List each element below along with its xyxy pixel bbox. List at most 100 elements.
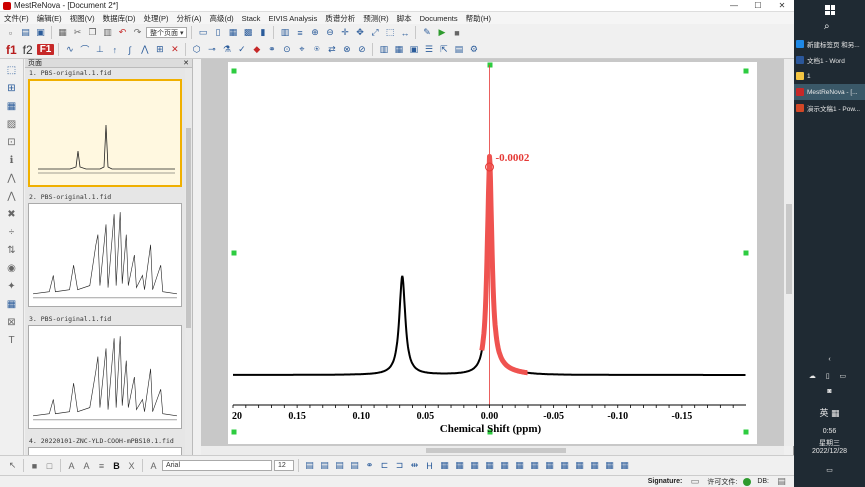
pencil-icon[interactable]: ✎ (420, 26, 433, 39)
f2-button[interactable]: f2 (21, 43, 35, 57)
molecule-icon[interactable]: ⬡ (190, 43, 203, 56)
page-thumb-2[interactable] (28, 203, 182, 307)
save-icon[interactable]: ▣ (34, 26, 47, 39)
arrange-6-icon[interactable]: ▦ (513, 459, 526, 472)
pages-scrollbar[interactable] (185, 68, 192, 455)
zoom-combo[interactable]: 整个页面 ▾ (146, 27, 188, 38)
assign-icon[interactable]: ⊸ (205, 43, 218, 56)
arrange-8-icon[interactable]: ▦ (543, 459, 556, 472)
tray-icons[interactable]: ☁ ▯ ▭ (794, 372, 865, 380)
undo-icon[interactable]: ↶ (116, 26, 129, 39)
copy-icon[interactable]: ❐ (86, 26, 99, 39)
list-view-icon[interactable]: ☰ (422, 43, 435, 56)
stack-icon[interactable]: ≡ (293, 26, 306, 39)
page-thumb-1[interactable] (28, 79, 182, 187)
tool-red-icon[interactable]: ◆ (250, 43, 263, 56)
align-text-icon[interactable]: ≡ (95, 459, 108, 472)
tray-app-icon[interactable]: ◙ (794, 388, 865, 395)
font-shrink-icon[interactable]: A (80, 459, 93, 472)
delete-icon[interactable]: ✕ (168, 43, 181, 56)
page-thumb-3[interactable] (28, 325, 182, 429)
notification-icon[interactable]: ▭ (794, 466, 865, 474)
arrange-4-icon[interactable]: ▦ (483, 459, 496, 472)
windows-start-icon[interactable] (825, 5, 835, 15)
close-button[interactable]: ✕ (770, 1, 794, 10)
arrange-icon[interactable]: ▦ (5, 99, 19, 113)
menu-edit[interactable]: 编辑(E) (33, 13, 66, 24)
multiplet-icon[interactable]: ⋀ (138, 43, 151, 56)
link-icon[interactable]: ⚭ (265, 43, 278, 56)
canvas-vertical-scrollbar[interactable] (784, 59, 794, 446)
menu-documents[interactable]: Documents (416, 14, 462, 23)
chain-icon[interactable]: ⚭ (363, 459, 376, 472)
highlighted-peak-trace[interactable] (479, 154, 530, 376)
open-icon[interactable]: ▤ (19, 26, 32, 39)
fit-spectrum-icon[interactable]: ⊞ (153, 43, 166, 56)
arrange-10-icon[interactable]: ▦ (573, 459, 586, 472)
info-icon[interactable]: ℹ (5, 153, 19, 167)
f1-button[interactable]: f1 (4, 43, 19, 57)
signature-icon[interactable]: ▭ (688, 475, 701, 487)
cut-icon[interactable]: ✂ (71, 26, 84, 39)
page-icon[interactable]: ▭ (196, 26, 209, 39)
spectrum-view-icon[interactable]: ▮ (256, 26, 269, 39)
clock-time[interactable]: 0:56 (794, 428, 865, 435)
pin-icon[interactable]: ✦ (5, 279, 19, 293)
tool-d-icon[interactable]: ⇄ (325, 43, 338, 56)
arrange-11-icon[interactable]: ▦ (588, 459, 601, 472)
stop-icon[interactable]: ■ (450, 26, 463, 39)
taskbar-item-mestrenova[interactable]: MestReNova - [... (794, 84, 865, 100)
divide-icon[interactable]: ÷ (5, 225, 19, 239)
print-icon[interactable]: ▦ (56, 26, 69, 39)
arrange-9-icon[interactable]: ▦ (558, 459, 571, 472)
menu-help[interactable]: 帮助(H) (462, 13, 495, 24)
menu-eivis[interactable]: EIVIS Analysis (264, 14, 321, 23)
paste-icon[interactable]: ▥ (101, 26, 114, 39)
ime-indicator[interactable]: 英 ▦ (794, 406, 865, 419)
bold-icon[interactable]: B (110, 459, 123, 472)
db-icon-2[interactable]: ▤ (318, 459, 331, 472)
resize-handle[interactable] (231, 68, 237, 74)
pan-icon[interactable]: ✥ (353, 26, 366, 39)
phase-icon[interactable]: ∿ (63, 43, 76, 56)
verify-icon[interactable]: ✓ (235, 43, 248, 56)
distribute-icon[interactable]: ⇹ (408, 459, 421, 472)
select-object-icon[interactable]: ⬚ (5, 63, 19, 77)
new-document-icon[interactable]: ▫ (4, 26, 17, 39)
resize-handle[interactable] (231, 429, 237, 435)
font-size-combo[interactable]: 12 (274, 460, 294, 471)
scale-icon[interactable]: ⊠ (5, 315, 19, 329)
db-icon-4[interactable]: ▤ (348, 459, 361, 472)
zoom-tool-icon[interactable]: ⊡ (5, 135, 19, 149)
grid-icon[interactable]: ▩ (241, 26, 254, 39)
multi-page-icon[interactable]: ▯ (211, 26, 224, 39)
report-icon[interactable]: ▤ (452, 43, 465, 56)
search-icon[interactable]: ⌕ (824, 21, 830, 32)
spectrum-thumb-icon[interactable]: ▨ (5, 117, 19, 131)
document-page[interactable]: -0.0002 20 0.15 0.10 0.05 0.00 -0.05 -0.10 -0.1… (228, 62, 757, 444)
tool-a-icon[interactable]: ⊙ (280, 43, 293, 56)
menu-advanced[interactable]: 高级(d) (206, 13, 238, 24)
arrange-7-icon[interactable]: ▦ (528, 459, 541, 472)
arrange-13-icon[interactable]: ▦ (618, 459, 631, 472)
maximize-button[interactable]: ☐ (746, 1, 770, 10)
menu-view[interactable]: 视图(V) (66, 13, 99, 24)
select-icon[interactable]: ⬚ (383, 26, 396, 39)
db-icon-3[interactable]: ▤ (333, 459, 346, 472)
menu-script[interactable]: 脚本 (393, 13, 416, 24)
menu-predict[interactable]: 预测(R) (359, 13, 392, 24)
vertical-arrows-icon[interactable]: ⇅ (5, 243, 19, 257)
image-view-icon[interactable]: ▣ (407, 43, 420, 56)
tool-c-icon[interactable]: ⍟ (310, 43, 323, 56)
text-tool-icon[interactable]: T (5, 333, 19, 347)
minimize-button[interactable]: — (722, 1, 746, 10)
panel-close-icon[interactable]: ✕ (183, 59, 192, 67)
fit-icon[interactable]: ⤢ (368, 26, 381, 39)
resize-handle[interactable] (743, 429, 749, 435)
run-icon[interactable]: ▶ (435, 26, 448, 39)
tool-e-icon[interactable]: ⊗ (340, 43, 353, 56)
resize-handle[interactable] (487, 62, 493, 68)
arrange-5-icon[interactable]: ▦ (498, 459, 511, 472)
table-icon[interactable]: ▦ (5, 297, 19, 311)
f11-button[interactable]: F1 (36, 44, 55, 55)
